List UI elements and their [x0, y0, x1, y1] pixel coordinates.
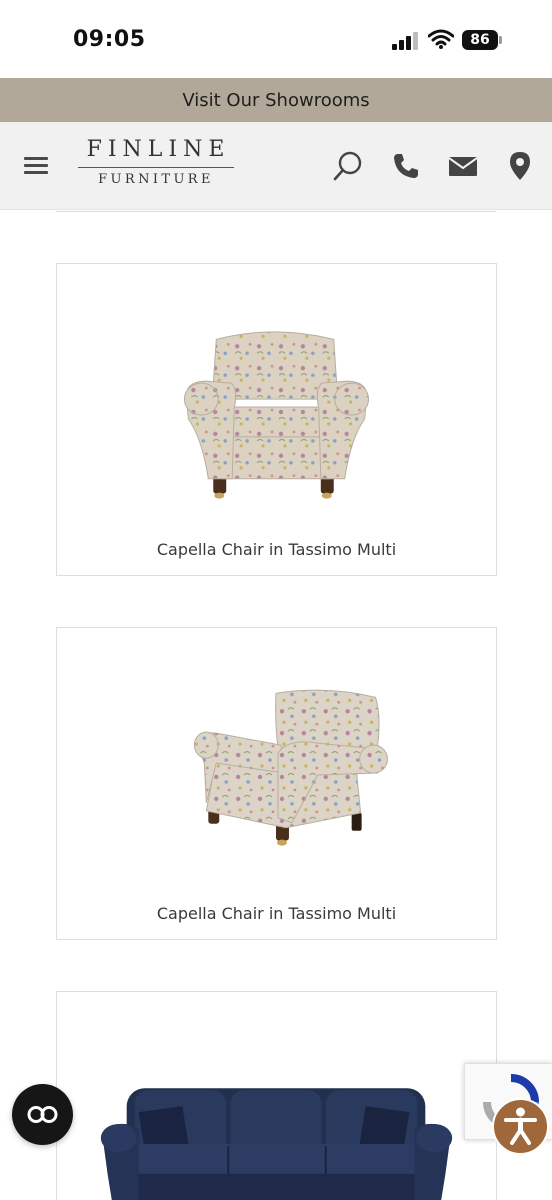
location-icon[interactable] — [504, 150, 536, 182]
product-card[interactable] — [56, 991, 497, 1200]
product-card[interactable]: Capella Chair in Tassimo Multi — [56, 627, 497, 940]
site-header: FINLINE FURNITURE — [0, 122, 552, 210]
battery-level: 86 — [462, 30, 498, 50]
product-name[interactable]: Capella Chair in Tassimo Multi — [57, 540, 496, 559]
accessibility-icon — [504, 1107, 537, 1145]
menu-icon[interactable] — [24, 157, 48, 175]
accessibility-button[interactable] — [492, 1098, 549, 1155]
navy-velvet-sofa-image — [100, 1088, 453, 1200]
signal-icon — [392, 32, 418, 50]
product-name[interactable]: Capella Chair in Tassimo Multi — [57, 904, 496, 923]
floral-armchair-angled-image — [193, 689, 388, 846]
co-chat-icon — [27, 1106, 58, 1123]
status-time: 09:05 — [73, 27, 146, 52]
floral-armchair-front-image — [183, 331, 370, 499]
product-card[interactable]: Capella Chair in Tassimo Multi — [56, 263, 497, 576]
finline-logo[interactable]: FINLINE FURNITURE — [78, 136, 234, 196]
chat-button[interactable] — [12, 1084, 73, 1145]
logo-wordmark: FINLINE — [86, 137, 231, 162]
status-bar: 09:05 86 — [0, 0, 552, 78]
wifi-icon — [428, 29, 454, 49]
email-icon[interactable] — [447, 150, 479, 182]
section-divider — [56, 211, 496, 212]
search-icon[interactable] — [332, 150, 364, 182]
visit-showrooms-banner[interactable]: Visit Our Showrooms — [0, 78, 552, 122]
logo-subtitle: FURNITURE — [98, 172, 214, 187]
phone-icon[interactable] — [390, 150, 422, 182]
visit-showrooms-link[interactable]: Visit Our Showrooms — [182, 90, 369, 111]
battery-icon: 86 — [462, 30, 502, 50]
